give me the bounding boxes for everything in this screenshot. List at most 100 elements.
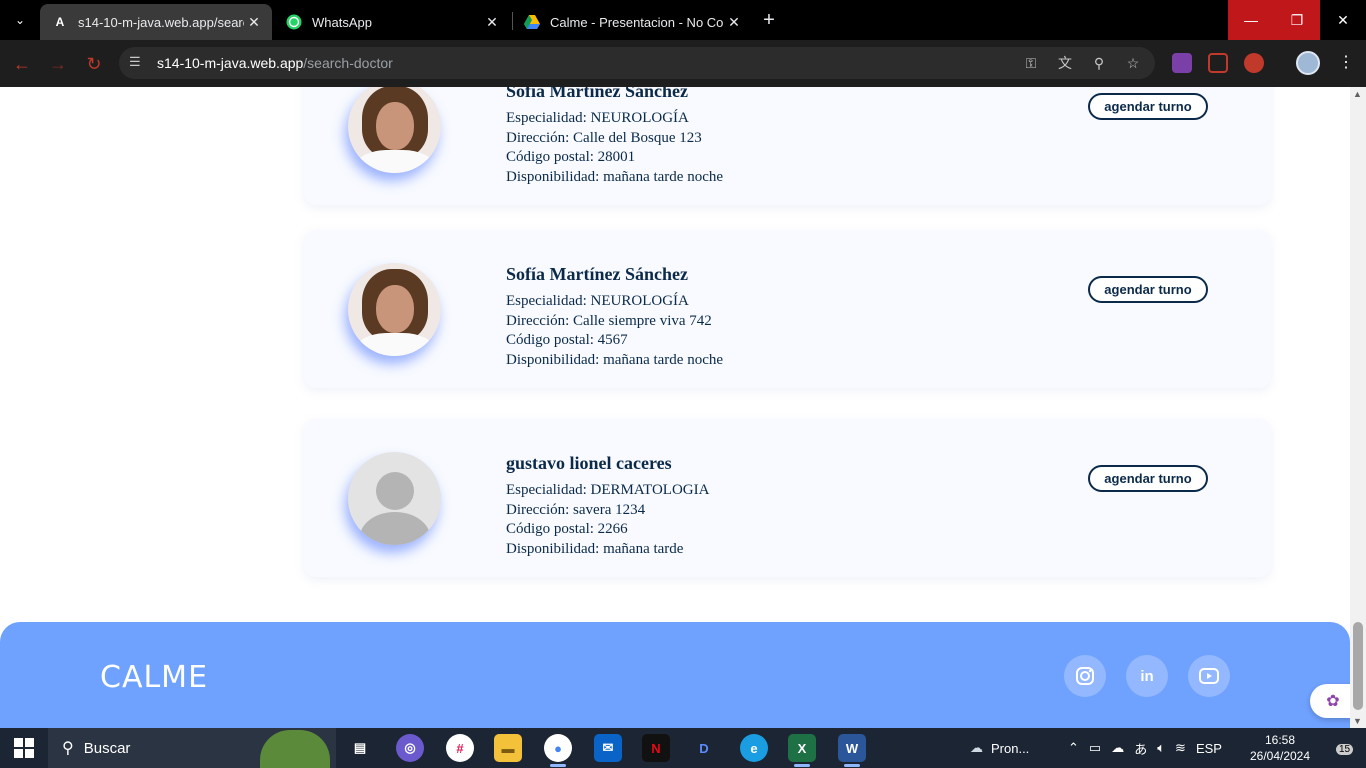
doctor-availability: Disponibilidad: mañana tarde noche [506,351,724,368]
tab-whatsapp[interactable]: WhatsApp ✕ [274,4,510,40]
taskbar-clock[interactable]: 16:58 26/04/2024 [1248,732,1312,764]
close-tab-icon[interactable]: ✕ [724,14,744,31]
site-info-icon[interactable]: ☰ [129,54,147,72]
close-tab-icon[interactable]: ✕ [482,14,502,31]
chrome-icon[interactable]: ● [544,734,572,767]
doctor-card: Sofía Martínez Sánchez Especialidad: NEU… [304,230,1271,388]
page-content: Sofía Martínez Sánchez Especialidad: NEU… [0,87,1350,728]
language-indicator[interactable]: ESP [1196,741,1222,756]
tab-search-doctor[interactable]: A s14-10-m-java.web.app/search- ✕ [40,4,272,40]
chevron-up-icon[interactable]: ⌃ [1068,740,1079,756]
reload-icon[interactable]: ↻ [82,52,106,76]
slack-icon[interactable]: # [446,734,474,762]
scroll-up-icon[interactable]: ▲ [1353,89,1362,99]
copilot-icon[interactable]: ◎ [396,734,424,762]
default-avatar-icon [348,452,441,545]
close-tab-icon[interactable]: ✕ [244,14,264,31]
tab-calme-presentacion[interactable]: Calme - Presentacion - No Cou ✕ [512,4,752,40]
doctor-name: Sofía Martínez Sánchez [506,87,688,101]
tab-label: s14-10-m-java.web.app/search- [78,14,244,30]
new-tab-button[interactable]: + [758,8,780,32]
task-view-icon[interactable]: ▤ [346,734,374,762]
volume-icon[interactable]: 🔈︎ [1157,740,1165,756]
page-scrollbar[interactable]: ▲ ▼ [1350,87,1366,728]
weather-widget[interactable]: ☁ Pron... [970,728,1029,768]
doctor-specialty: Especialidad: NEUROLOGÍA [506,110,689,126]
doctor-address: Dirección: Calle siempre viva 742 [506,312,712,329]
notification-count: 15 [1336,744,1354,755]
word-icon[interactable]: W [838,734,866,767]
meet-now-icon[interactable]: ▭ [1089,740,1101,756]
doctor-card: Sofía Martínez Sánchez Especialidad: NEU… [304,87,1271,205]
doctor-info: Sofía Martínez Sánchez Especialidad: NEU… [506,264,723,370]
key-icon[interactable]: ⚿ [1021,53,1041,73]
scrollbar-thumb[interactable] [1353,622,1363,710]
browser-tab-strip: ⌄ A s14-10-m-java.web.app/search- ✕ What… [0,0,1366,40]
tab-label: Calme - Presentacion - No Cou [550,14,724,30]
onedrive-icon[interactable]: ☁ [1111,740,1124,756]
edge-icon[interactable]: e [740,734,768,762]
minimize-button[interactable]: — [1228,0,1274,40]
scroll-down-icon[interactable]: ▼ [1353,716,1362,726]
restore-button[interactable]: ❐ [1274,0,1320,40]
doctor-postal-code: Código postal: 28001 [506,149,636,165]
agendar-turno-button[interactable]: agendar turno [1088,276,1208,303]
ime-icon[interactable]: あ [1134,739,1147,758]
doctor-name: Sofía Martínez Sánchez [506,264,688,284]
search-highlight-image [260,730,330,768]
doctor-card: gustavo lionel caceres Especialidad: DER… [304,419,1271,577]
system-tray: ⌃ ▭ ☁ あ 🔈︎ ≋ ESP [1068,728,1222,768]
close-window-button[interactable]: ✕ [1320,0,1366,40]
translate-icon[interactable]: 文 [1055,53,1075,73]
agendar-turno-button[interactable]: agendar turno [1088,93,1208,120]
chrome-menu-icon[interactable]: ⋮ [1338,52,1354,72]
windows-taskbar: ⚲ Buscar ▤ ◎ # ▬ ● ✉ N D e X W ☁ Pron...… [0,728,1366,768]
linkedin-icon[interactable]: in [1126,655,1168,697]
bookmark-star-icon[interactable]: ☆ [1123,53,1143,73]
back-arrow-icon[interactable]: ← [10,52,34,76]
disney-plus-icon[interactable]: D [690,734,718,762]
mail-icon[interactable]: ✉ [594,734,622,762]
doctor-availability: Disponibilidad: mañana tarde [506,540,684,557]
doctor-address: Dirección: savera 1234 [506,501,646,518]
doctor-avatar [348,87,441,173]
windows-start-icon[interactable] [14,738,34,758]
tab-search-icon[interactable]: ⌄ [6,8,34,32]
site-footer: CALME in [0,622,1350,728]
whatsapp-icon [286,14,302,30]
address-bar[interactable]: ☰ s14-10-m-java.web.app/search-doctor ⚿ … [119,47,1155,79]
profile-avatar[interactable] [1296,51,1320,75]
weather-text: Pron... [991,740,1030,756]
agendar-turno-button[interactable]: agendar turno [1088,465,1208,492]
tab-favicon: A [55,15,65,29]
doctor-info: gustavo lionel caceres Especialidad: DER… [506,453,709,559]
youtube-icon[interactable] [1188,655,1230,697]
forward-arrow-icon[interactable]: → [46,52,70,76]
doctor-name: gustavo lionel caceres [506,453,672,473]
browser-toolbar: ← → ↻ ☰ s14-10-m-java.web.app/search-doc… [0,40,1366,87]
extension-brain-icon[interactable] [1172,53,1192,73]
instagram-icon[interactable] [1064,655,1106,697]
clock-date: 26/04/2024 [1249,749,1311,763]
file-explorer-icon[interactable]: ▬ [494,734,522,762]
extension-puzzle-icon[interactable] [1208,53,1228,73]
tab-label: WhatsApp [312,14,372,30]
zoom-icon[interactable]: ⚲ [1089,53,1109,73]
search-placeholder: Buscar [83,739,131,757]
taskbar-search[interactable]: ⚲ Buscar [48,728,336,768]
search-icon: ⚲ [62,740,74,757]
doctor-avatar [348,263,441,356]
netflix-icon[interactable]: N [642,734,670,762]
clock-time: 16:58 [1264,733,1296,747]
url-text[interactable]: s14-10-m-java.web.app/search-doctor [157,55,393,71]
excel-icon[interactable]: X [788,734,816,767]
notifications-icon[interactable]: 15 [1326,738,1354,758]
wifi-icon[interactable]: ≋ [1175,740,1186,756]
doctor-specialty: Especialidad: DERMATOLOGIA [506,482,710,498]
doctor-info: Sofía Martínez Sánchez Especialidad: NEU… [506,87,723,187]
weather-icon: ☁ [970,740,983,755]
calme-logo[interactable]: CALME [100,660,208,695]
doctor-specialty: Especialidad: NEUROLOGÍA [506,293,689,309]
doctor-address: Dirección: Calle del Bosque 123 [506,129,702,146]
extension-red-icon[interactable] [1244,53,1264,73]
